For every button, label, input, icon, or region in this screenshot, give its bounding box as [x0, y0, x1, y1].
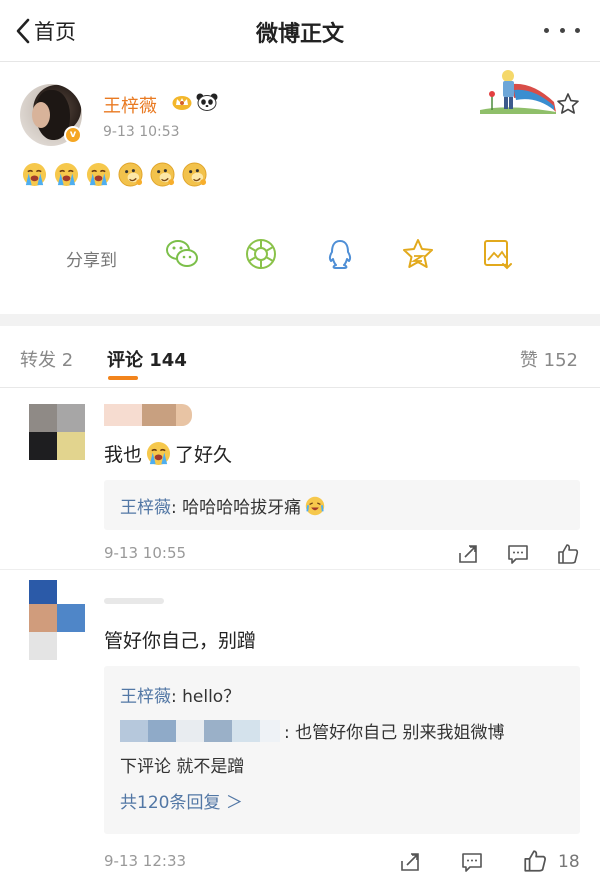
card-decoration-image	[480, 70, 556, 114]
comment-item: 管好你自己，别蹭 王梓薇 : hello？ : 也管好你自己 别来我姐微博 下评…	[0, 570, 600, 890]
reply-line: : 也管好你自己 别来我姐微博	[120, 718, 505, 743]
reply-line: 下评论 就不是蹭	[120, 757, 245, 777]
crying-laugh-icon	[305, 496, 325, 515]
doge-laugh-icon	[118, 162, 143, 187]
comment-text: 管好你自己，别蹭	[104, 630, 257, 652]
doge-laugh-icon	[182, 162, 207, 187]
like-count: 18	[558, 852, 580, 872]
favorite-star-icon[interactable]	[400, 236, 436, 272]
save-image-icon[interactable]	[479, 236, 515, 272]
tab-likes[interactable]: 赞 152	[520, 346, 578, 372]
tab-reposts[interactable]: 转发 2	[20, 346, 73, 372]
like-thumb-icon[interactable]	[556, 542, 580, 566]
author-name[interactable]: 王梓薇	[103, 92, 157, 118]
share-row: 分享到	[0, 234, 600, 276]
qq-icon[interactable]	[322, 236, 358, 272]
reply-author-link[interactable]: 王梓薇	[120, 493, 171, 518]
comment-icon[interactable]	[506, 542, 530, 566]
moments-icon[interactable]	[243, 236, 279, 272]
like-thumb-icon[interactable]	[522, 848, 548, 874]
verified-badge-icon: v	[64, 126, 82, 144]
reply-preview[interactable]: 王梓薇 : 哈哈哈哈拔牙痛	[104, 480, 580, 530]
tab-comments[interactable]: 评论 144	[107, 346, 187, 372]
active-tab-indicator	[108, 376, 138, 380]
crying-face-icon	[22, 162, 47, 187]
page-title: 微博正文	[255, 22, 344, 47]
top-navigation-bar: 首页 微博正文	[0, 0, 600, 62]
repost-icon[interactable]	[398, 850, 422, 874]
section-divider	[0, 314, 600, 326]
panda-icon	[196, 93, 218, 111]
comment-timestamp: 9-13 10:55	[104, 544, 187, 562]
reply-line: 王梓薇 : 哈哈哈哈拔牙痛	[120, 493, 325, 518]
repost-icon[interactable]	[456, 542, 480, 566]
favorite-star-outline-icon[interactable]	[556, 92, 580, 116]
comment-timestamp: 9-13 12:33	[104, 852, 187, 870]
wechat-icon[interactable]	[164, 236, 200, 272]
doge-laugh-icon	[150, 162, 175, 187]
post-timestamp: 9-13 10:53	[103, 124, 180, 140]
reply-author-link[interactable]: 王梓薇	[120, 682, 171, 707]
reply-line: 王梓薇 : hello？	[120, 682, 240, 707]
comment-icon[interactable]	[460, 850, 484, 874]
comment-text: 我也 了好久	[104, 440, 232, 467]
interaction-tabs: 转发 2 评论 144 赞 152	[0, 326, 600, 388]
crown-vip-icon[interactable]	[172, 94, 192, 110]
comment-item: 我也 了好久 王梓薇 : 哈哈哈哈拔牙痛 9-13 10:55	[0, 390, 600, 570]
post-content-emojis	[22, 162, 214, 187]
share-label: 分享到	[66, 251, 117, 271]
commenter-name-blurred[interactable]	[104, 598, 164, 606]
reply-author-blurred[interactable]	[120, 719, 280, 742]
crying-face-icon	[146, 441, 171, 466]
more-options-icon[interactable]	[544, 20, 580, 40]
view-all-replies-link[interactable]: 共120条回复 ＞	[120, 788, 243, 813]
reply-preview[interactable]: 王梓薇 : hello？ : 也管好你自己 别来我姐微博 下评论 就不是蹭 共1…	[104, 666, 580, 834]
crying-face-icon	[86, 162, 111, 187]
commenter-avatar-blurred[interactable]	[29, 580, 86, 660]
crying-face-icon	[54, 162, 79, 187]
commenter-avatar-blurred[interactable]	[29, 404, 85, 460]
commenter-name-blurred[interactable]	[104, 404, 192, 426]
